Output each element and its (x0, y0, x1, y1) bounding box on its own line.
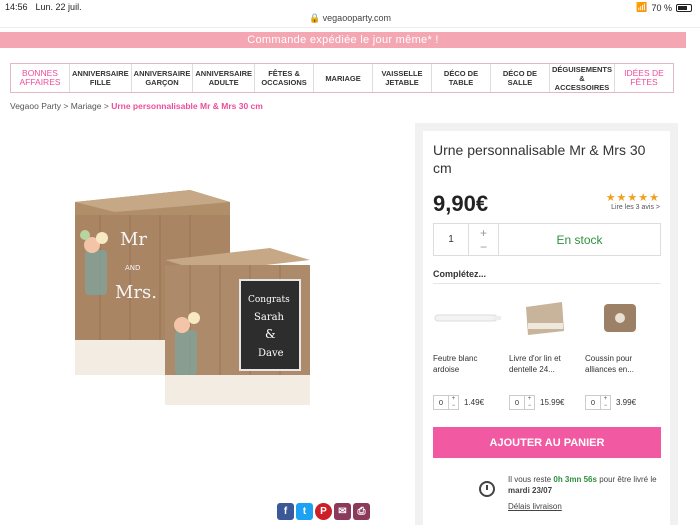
addon-name[interactable]: Livre d'or lin et dentelle 24... (509, 353, 579, 383)
email-icon[interactable]: ✉ (334, 503, 351, 520)
addon-qty-stepper[interactable]: + − (449, 395, 459, 410)
addon-image-marker[interactable] (433, 293, 503, 343)
svg-text:AND: AND (125, 264, 140, 272)
nav-item-anniversaire-adulte[interactable]: ANNIVERSAIRE ADULTE (193, 64, 256, 92)
addon-qty-row: 0 + − 15.99€ (509, 395, 564, 410)
completez-heading: Complétez... (433, 269, 487, 279)
addon-item[interactable]: Livre d'or lin et dentelle 24... 0 + − 15… (509, 293, 579, 410)
product-image[interactable]: Mr AND Mrs. Congrats Sarah & Dave (70, 190, 340, 410)
rating-stars: ★★★★★ (605, 192, 660, 204)
breadcrumb-current: Urne personnalisable Mr & Mrs 30 cm (111, 101, 263, 111)
delivery-countdown: 0h 3mn 56s (553, 475, 597, 484)
addon-price: 3.99€ (616, 398, 637, 407)
breadcrumb-separator: > (103, 101, 109, 111)
delivery-times-link[interactable]: Délais livraison (508, 501, 562, 512)
promo-banner: Commande expédiée le jour même* ! (0, 32, 686, 48)
divider (433, 283, 661, 284)
svg-text:Mr: Mr (120, 229, 147, 250)
battery-icon (676, 3, 692, 12)
product-title: Urne personnalisable Mr & Mrs 30 cm (433, 142, 646, 176)
quantity-input[interactable]: 1 (434, 224, 469, 255)
nav-item-deco-table[interactable]: DÉCO DE TABLE (432, 64, 491, 92)
facebook-icon[interactable]: f (277, 503, 294, 520)
addon-price: 15.99€ (540, 398, 565, 407)
addon-name[interactable]: Coussin pour alliances en... (585, 353, 655, 383)
addon-image-guestbook[interactable] (509, 293, 579, 343)
add-to-cart-button[interactable]: AJOUTER AU PANIER (433, 427, 661, 458)
svg-text:Dave: Dave (258, 348, 284, 359)
breadcrumb-separator: > (63, 101, 69, 111)
wifi-icon: 📶 (636, 2, 648, 12)
breadcrumb-category[interactable]: Mariage (71, 101, 102, 111)
quantity-stepper: + − (469, 224, 499, 255)
nav-item-deguisements[interactable]: DÉGUISEMENTS & ACCESSOIRES (550, 64, 615, 92)
addon-price: 1.49€ (464, 398, 485, 407)
reviews-link[interactable]: Lire les 3 avis > (611, 204, 660, 211)
delivery-text: Il vous reste 0h 3mn 56s pour être livré… (508, 475, 657, 495)
product-price: 9,90€ (433, 191, 489, 216)
svg-text:&: & (265, 327, 276, 341)
battery-percent: 70 % (651, 2, 672, 13)
quantity-box: 1 + − En stock (433, 223, 661, 256)
url-text: vegaooparty.com (322, 13, 392, 23)
addon-qty-input[interactable]: 0 (509, 395, 525, 410)
pinterest-icon[interactable]: P (315, 503, 332, 520)
svg-text:Mrs.: Mrs. (115, 282, 157, 303)
product-panel-inner: Urne personnalisable Mr & Mrs 30 cm 9,90… (423, 131, 670, 525)
small-box: Congrats Sarah & Dave (165, 248, 310, 405)
addon-qty-row: 0 + − 1.49€ (433, 395, 484, 410)
nav-item-vaisselle[interactable]: VAISSELLE JETABLE (373, 64, 432, 92)
stopwatch-icon (479, 481, 495, 497)
nav-item-fetes-occasions[interactable]: FÊTES & OCCASIONS (255, 64, 315, 92)
nav-item-idees-fetes[interactable]: IDÉES DE FÊTES (615, 64, 673, 92)
stock-status: En stock (556, 232, 603, 247)
print-icon[interactable]: ⎙ (353, 503, 370, 520)
twitter-icon[interactable]: t (296, 503, 313, 520)
lock-icon: 🔒 (308, 13, 321, 23)
nav-item-deco-salle[interactable]: DÉCO DE SALLE (491, 64, 550, 92)
status-time: 14:56 (5, 2, 28, 12)
svg-text:Sarah: Sarah (254, 312, 285, 323)
nav-item-bonnes-affaires[interactable]: BONNES AFFAIRES (11, 64, 70, 92)
addon-image-cushion[interactable] (585, 293, 655, 343)
addon-name[interactable]: Feutre blanc ardoise (433, 353, 503, 383)
nav-item-mariage[interactable]: MARIAGE (314, 64, 374, 92)
status-bar: 14:56 Lun. 22 juil. 🔒 vegaooparty.com 📶 70… (0, 0, 700, 28)
addon-item[interactable]: Feutre blanc ardoise 0 + − 1.49€ (433, 293, 503, 410)
increment-button[interactable]: + (480, 226, 487, 240)
addon-qty-row: 0 + − 3.99€ (585, 395, 636, 410)
breadcrumb: Vegaoo Party > Mariage > Urne personnali… (10, 101, 263, 111)
product-panel: Urne personnalisable Mr & Mrs 30 cm 9,90… (415, 123, 678, 525)
addon-qty-stepper[interactable]: + − (525, 395, 535, 410)
main-nav: BONNES AFFAIRES ANNIVERSAIRE FILLE ANNIV… (10, 63, 674, 93)
delivery-day: mardi 23/07 (508, 486, 553, 495)
url-bar[interactable]: 🔒 vegaooparty.com (0, 13, 700, 24)
svg-text:Congrats: Congrats (248, 295, 290, 305)
status-date: Lun. 22 juil. (35, 2, 82, 12)
breadcrumb-home[interactable]: Vegaoo Party (10, 101, 61, 111)
addon-item[interactable]: Coussin pour alliances en... 0 + − 3.99€ (585, 293, 655, 410)
nav-item-anniversaire-garcon[interactable]: ANNIVERSAIRE GARÇON (132, 64, 194, 92)
share-bar: f t P ✉ ⎙ (277, 503, 370, 520)
decrement-button[interactable]: − (480, 240, 487, 254)
addon-qty-input[interactable]: 0 (433, 395, 449, 410)
nav-item-anniversaire-fille[interactable]: ANNIVERSAIRE FILLE (70, 64, 132, 92)
addon-qty-input[interactable]: 0 (585, 395, 601, 410)
addon-qty-stepper[interactable]: + − (601, 395, 611, 410)
